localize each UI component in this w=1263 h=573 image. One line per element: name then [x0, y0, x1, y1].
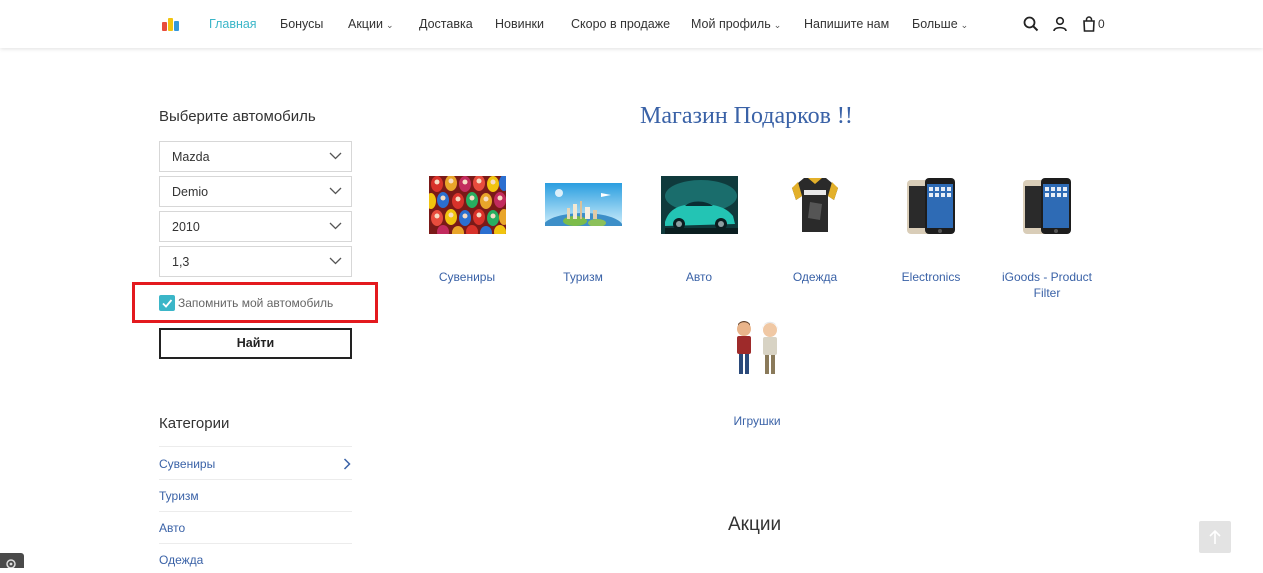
tile-label[interactable]: Туризм — [528, 269, 638, 285]
chevron-down-icon — [329, 257, 342, 265]
category-link-clothing[interactable]: Одежда — [159, 553, 352, 567]
divider — [159, 511, 352, 512]
settings-widget[interactable] — [0, 553, 24, 569]
make-select[interactable]: Mazda — [159, 141, 352, 172]
gear-icon — [6, 559, 16, 569]
shop-title: Магазин Подарков !! — [640, 103, 853, 129]
chevron-down-icon — [329, 152, 342, 160]
search-icon[interactable] — [1023, 16, 1039, 32]
nav-my-profile[interactable]: Мой профиль ⌄ — [691, 17, 781, 31]
category-tile-toys[interactable]: Игрушки — [702, 320, 812, 428]
engine-select[interactable]: 1,3 — [159, 246, 352, 277]
chevron-down-icon — [329, 187, 342, 195]
tile-label[interactable]: Electronics — [876, 269, 986, 285]
nav-home[interactable]: Главная — [209, 17, 257, 31]
model-select[interactable]: Demio — [159, 176, 352, 207]
tile-label[interactable]: iGoods - Product Filter — [992, 269, 1102, 301]
tile-label[interactable]: Сувениры — [412, 269, 522, 285]
nav-coming-soon[interactable]: Скоро в продаже — [571, 17, 670, 31]
category-tile-souvenirs[interactable]: Сувениры — [412, 175, 522, 284]
category-link-souvenirs[interactable]: Сувениры — [159, 457, 352, 471]
site-header: Главная Бонусы Акции ⌄ Доставка Новинки С… — [0, 0, 1263, 48]
promotions-title: Акции — [728, 514, 782, 535]
category-tile-electronics[interactable]: Electronics — [876, 178, 986, 284]
site-logo[interactable] — [162, 15, 180, 31]
chevron-down-icon: ⌄ — [773, 20, 782, 30]
smartphone-image[interactable] — [905, 178, 957, 236]
year-select[interactable]: 2010 — [159, 211, 352, 242]
divider — [159, 543, 352, 544]
category-tile-igoods[interactable]: iGoods - Product Filter — [992, 178, 1102, 300]
nav-delivery[interactable]: Доставка — [419, 17, 473, 31]
chevron-down-icon — [329, 222, 342, 230]
category-link-tourism[interactable]: Туризм — [159, 489, 352, 503]
scroll-to-top-button[interactable] — [1199, 521, 1231, 553]
category-link-auto[interactable]: Авто — [159, 521, 352, 535]
categories-title: Категории — [159, 415, 230, 432]
travel-globe-image[interactable] — [542, 183, 623, 241]
find-button[interactable]: Найти — [159, 328, 352, 359]
tile-label[interactable]: Авто — [644, 269, 754, 285]
car-selector-title: Выберите автомобиль — [159, 108, 316, 125]
category-tile-tourism[interactable]: Туризм — [528, 183, 638, 284]
tile-label[interactable]: Одежда — [760, 269, 870, 285]
highlight-box — [132, 282, 378, 323]
cart-count: 0 — [1098, 17, 1105, 31]
smartphone-image[interactable] — [1021, 178, 1073, 236]
user-icon[interactable] — [1052, 16, 1068, 32]
toy-figures-image[interactable] — [730, 320, 784, 378]
chevron-down-icon: ⌄ — [385, 20, 394, 30]
nav-bonuses[interactable]: Бонусы — [280, 17, 323, 31]
cycling-jersey-image[interactable] — [790, 176, 840, 234]
nav-more[interactable]: Больше ⌄ — [912, 17, 968, 31]
nav-promotions[interactable]: Акции ⌄ — [348, 17, 393, 31]
chevron-right-icon[interactable] — [343, 458, 351, 470]
category-tile-auto[interactable]: Авто — [644, 176, 754, 284]
tile-label[interactable]: Игрушки — [702, 413, 812, 429]
divider — [159, 479, 352, 480]
arrow-up-icon — [1209, 529, 1221, 544]
sports-car-image[interactable] — [660, 176, 738, 234]
matryoshka-image[interactable] — [425, 175, 509, 240]
chevron-down-icon: ⌄ — [960, 20, 969, 30]
nav-new[interactable]: Новинки — [495, 17, 544, 31]
divider — [159, 446, 352, 447]
nav-contact[interactable]: Напишите нам — [804, 17, 889, 31]
cart-icon[interactable] — [1081, 16, 1097, 32]
category-tile-clothing[interactable]: Одежда — [760, 176, 870, 284]
